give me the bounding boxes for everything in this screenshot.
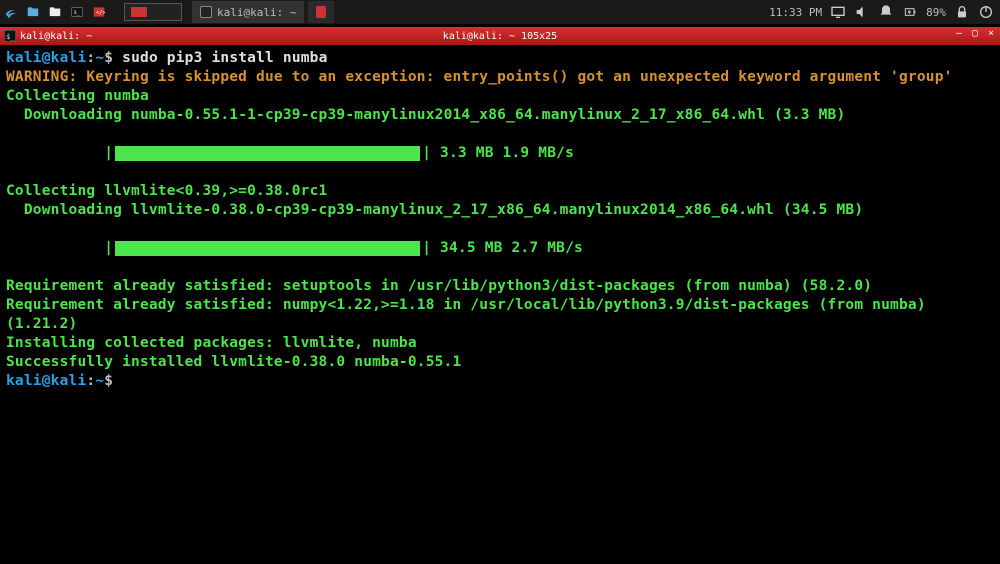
task-item-other[interactable] bbox=[308, 1, 334, 23]
folder-icon[interactable] bbox=[44, 0, 66, 24]
prompt-dollar-2: $ bbox=[104, 373, 113, 389]
maximize-button[interactable]: ▢ bbox=[969, 28, 981, 40]
bar1-suffix: | 3.3 MB 1.9 MB/s bbox=[422, 145, 574, 161]
dl-numba-prefix: Downloading bbox=[6, 107, 131, 123]
separator-icon bbox=[110, 0, 118, 24]
bar2-suffix: | 34.5 MB 2.7 MB/s bbox=[422, 240, 583, 256]
battery-charging-icon[interactable] bbox=[902, 4, 918, 20]
task-item-terminal[interactable]: kali@kali: ~ bbox=[192, 1, 304, 23]
prompt-dollar: $ bbox=[104, 50, 113, 66]
volume-icon[interactable] bbox=[854, 4, 870, 20]
req-setuptools: Requirement already satisfied: setuptool… bbox=[6, 277, 994, 296]
req-numpy: Requirement already satisfied: numpy<1.2… bbox=[6, 296, 994, 334]
battery-percent: 89% bbox=[926, 6, 946, 19]
lock-icon[interactable] bbox=[954, 4, 970, 20]
taskbar-right: 11:33 PM 89% bbox=[769, 0, 1000, 24]
workspace-1[interactable] bbox=[125, 4, 153, 20]
terminal-window: $_ kali@kali: ~ kali@kali: ~ 105x25 – ▢ … bbox=[0, 27, 1000, 563]
kali-menu-icon[interactable] bbox=[0, 0, 22, 24]
success-line: Successfully installed llvmlite-0.38.0 n… bbox=[6, 353, 994, 372]
bar2-prefix: | bbox=[60, 240, 114, 256]
collecting-llvm: Collecting llvmlite<0.39,>=0.38.0rc1 bbox=[6, 182, 994, 201]
prompt-path: ~ bbox=[95, 50, 104, 66]
prompt-colon-2: : bbox=[86, 373, 95, 389]
other-task-icon bbox=[316, 6, 326, 18]
svg-text:$_: $_ bbox=[6, 33, 15, 41]
code-icon[interactable]: </> bbox=[88, 0, 110, 24]
workspace-switcher[interactable] bbox=[124, 3, 182, 21]
display-icon[interactable] bbox=[830, 4, 846, 20]
dl-llvm-prefix: Downloading bbox=[6, 202, 131, 218]
command-text: sudo pip3 install numba bbox=[122, 50, 327, 66]
prompt-at: @ bbox=[42, 50, 51, 66]
qterminal-icon: $_ bbox=[4, 30, 16, 42]
collecting-numba: Collecting numba bbox=[6, 87, 994, 106]
files-icon[interactable] bbox=[22, 0, 44, 24]
window-controls: – ▢ × bbox=[953, 28, 997, 40]
progress-bar-2 bbox=[115, 241, 420, 256]
clock[interactable]: 11:33 PM bbox=[769, 6, 822, 19]
prompt-user-2: kali bbox=[6, 373, 42, 389]
minimize-button[interactable]: – bbox=[953, 28, 965, 40]
prompt-colon: : bbox=[86, 50, 95, 66]
prompt-host: kali bbox=[51, 50, 87, 66]
workspace-2[interactable] bbox=[153, 4, 181, 20]
prompt-user: kali bbox=[6, 50, 42, 66]
warning-line: WARNING: Keyring is skipped due to an ex… bbox=[6, 68, 994, 87]
installing-line: Installing collected packages: llvmlite,… bbox=[6, 334, 994, 353]
close-button[interactable]: × bbox=[985, 28, 997, 40]
svg-text:</>: </> bbox=[96, 10, 105, 16]
dl-llvm-file: llvmlite-0.38.0-cp39-cp39-manylinux_2_17… bbox=[131, 202, 863, 218]
terminal-titlebar[interactable]: $_ kali@kali: ~ kali@kali: ~ 105x25 – ▢ … bbox=[0, 27, 1000, 45]
progress-bar-1 bbox=[115, 146, 420, 161]
svg-text:$_: $_ bbox=[74, 10, 81, 16]
task-item-label: kali@kali: ~ bbox=[217, 6, 296, 19]
taskbar-left: $_ </> kali@kali: ~ bbox=[0, 0, 334, 24]
power-icon[interactable] bbox=[978, 4, 994, 20]
terminal-icon[interactable]: $_ bbox=[66, 0, 88, 24]
terminal-title-center: kali@kali: ~ 105x25 bbox=[443, 31, 557, 42]
terminal-body[interactable]: kali@kali:~$ sudo pip3 install numba WAR… bbox=[0, 45, 1000, 563]
prompt-at-2: @ bbox=[42, 373, 51, 389]
terminal-task-icon bbox=[200, 6, 212, 18]
terminal-title-left: kali@kali: ~ bbox=[20, 31, 92, 42]
taskbar: $_ </> kali@kali: ~ 11:33 PM 89% bbox=[0, 0, 1000, 24]
dl-numba-file: numba-0.55.1-1-cp39-cp39-manylinux2014_x… bbox=[131, 107, 845, 123]
notifications-icon[interactable] bbox=[878, 4, 894, 20]
prompt-path-2: ~ bbox=[95, 373, 104, 389]
prompt-host-2: kali bbox=[51, 373, 87, 389]
bar1-prefix: | bbox=[60, 145, 114, 161]
